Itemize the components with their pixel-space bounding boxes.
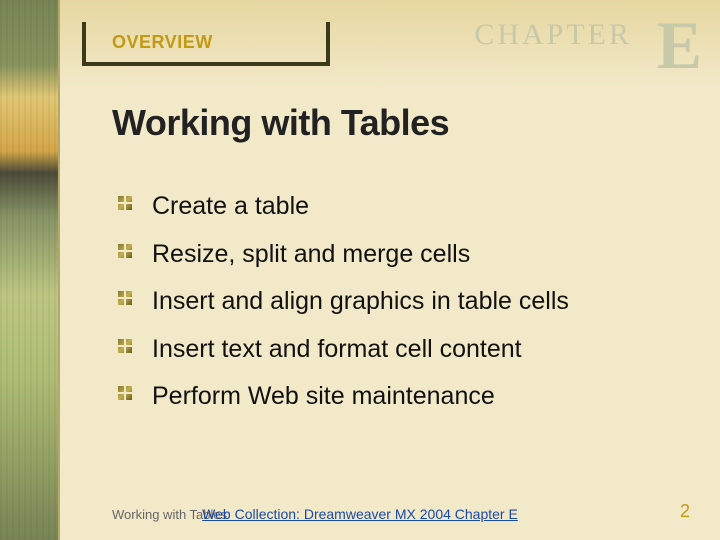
page-number: 2 (680, 501, 690, 522)
bullet-icon (118, 339, 132, 353)
footer: Working with Tables Web Collection: Drea… (0, 500, 720, 540)
footer-center-link[interactable]: Web Collection: Dreamweaver MX 2004 Chap… (0, 506, 720, 522)
list-item: Insert and align graphics in table cells (118, 283, 678, 321)
bullet-list: Create a table Resize, split and merge c… (118, 188, 678, 426)
slide-title: Working with Tables (112, 102, 449, 144)
list-item: Perform Web site maintenance (118, 378, 678, 416)
bullet-text: Insert and align graphics in table cells (152, 283, 569, 321)
chapter-watermark-word: CHAPTER (474, 18, 632, 52)
decorative-left-strip (0, 0, 60, 540)
bullet-icon (118, 291, 132, 305)
bullet-icon (118, 244, 132, 258)
overview-label: OVERVIEW (112, 32, 213, 53)
chapter-watermark-letter: E (657, 6, 702, 85)
bullet-text: Insert text and format cell content (152, 331, 522, 369)
list-item: Create a table (118, 188, 678, 226)
list-item: Resize, split and merge cells (118, 236, 678, 274)
bullet-icon (118, 386, 132, 400)
bullet-text: Resize, split and merge cells (152, 236, 470, 274)
bullet-icon (118, 196, 132, 210)
list-item: Insert text and format cell content (118, 331, 678, 369)
bullet-text: Perform Web site maintenance (152, 378, 495, 416)
bullet-text: Create a table (152, 188, 309, 226)
